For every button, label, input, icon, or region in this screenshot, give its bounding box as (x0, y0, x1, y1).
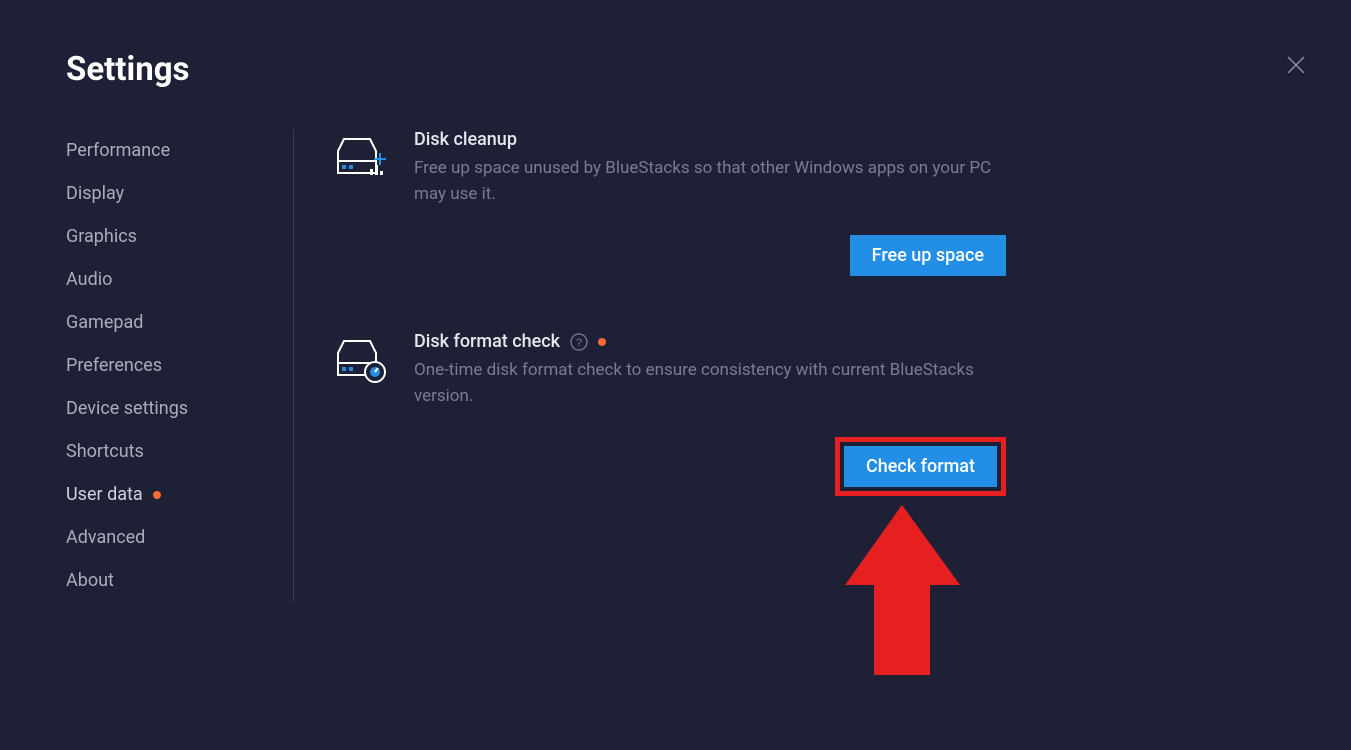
sidebar-item-label: Shortcuts (66, 441, 144, 462)
sidebar-item-advanced[interactable]: Advanced (66, 516, 273, 559)
annotation-highlight-box: Check format (835, 437, 1006, 496)
sidebar-item-label: Advanced (66, 527, 145, 548)
disk-format-title: Disk format check ? (414, 331, 1004, 352)
notification-dot-icon (598, 338, 606, 346)
sidebar-item-label: User data (66, 484, 143, 505)
sidebar-item-graphics[interactable]: Graphics (66, 215, 273, 258)
sidebar-item-label: Graphics (66, 226, 137, 247)
sidebar-item-about[interactable]: About (66, 559, 273, 602)
disk-format-icon (336, 333, 386, 383)
sidebar-item-label: Display (66, 183, 124, 204)
sidebar-item-user-data[interactable]: User data (66, 473, 273, 516)
sidebar-item-label: Performance (66, 140, 170, 161)
disk-format-desc: One-time disk format check to ensure con… (414, 358, 1004, 409)
free-up-space-button[interactable]: Free up space (850, 235, 1006, 276)
disk-cleanup-title: Disk cleanup (414, 129, 1004, 150)
sidebar-item-device-settings[interactable]: Device settings (66, 387, 273, 430)
sidebar-item-display[interactable]: Display (66, 172, 273, 215)
sidebar-item-label: Preferences (66, 355, 162, 376)
header: Settings (0, 0, 1351, 89)
sidebar-item-label: About (66, 570, 114, 591)
sidebar-item-performance[interactable]: Performance (66, 129, 273, 172)
disk-format-section: Disk format check ? One-time disk format… (336, 331, 1351, 409)
close-icon (1286, 55, 1306, 75)
sidebar-item-preferences[interactable]: Preferences (66, 344, 273, 387)
sidebar-item-audio[interactable]: Audio (66, 258, 273, 301)
sidebar-item-shortcuts[interactable]: Shortcuts (66, 430, 273, 473)
disk-cleanup-desc: Free up space unused by BlueStacks so th… (414, 156, 1004, 207)
content: Disk cleanup Free up space unused by Blu… (294, 129, 1351, 602)
help-icon[interactable]: ? (570, 333, 588, 351)
sidebar-item-gamepad[interactable]: Gamepad (66, 301, 273, 344)
notification-dot-icon (153, 491, 161, 499)
page-title: Settings (66, 50, 1351, 89)
disk-cleanup-section: Disk cleanup Free up space unused by Blu… (336, 129, 1351, 207)
svg-text:?: ? (576, 337, 582, 349)
sidebar: Performance Display Graphics Audio Gamep… (66, 129, 294, 602)
sidebar-item-label: Device settings (66, 398, 188, 419)
annotation-arrow-icon (845, 505, 960, 684)
close-button[interactable] (1286, 55, 1306, 75)
check-format-button[interactable]: Check format (844, 446, 997, 487)
disk-format-title-text: Disk format check (414, 331, 560, 352)
disk-cleanup-icon (336, 131, 386, 181)
sidebar-item-label: Audio (66, 269, 112, 290)
sidebar-item-label: Gamepad (66, 312, 143, 333)
